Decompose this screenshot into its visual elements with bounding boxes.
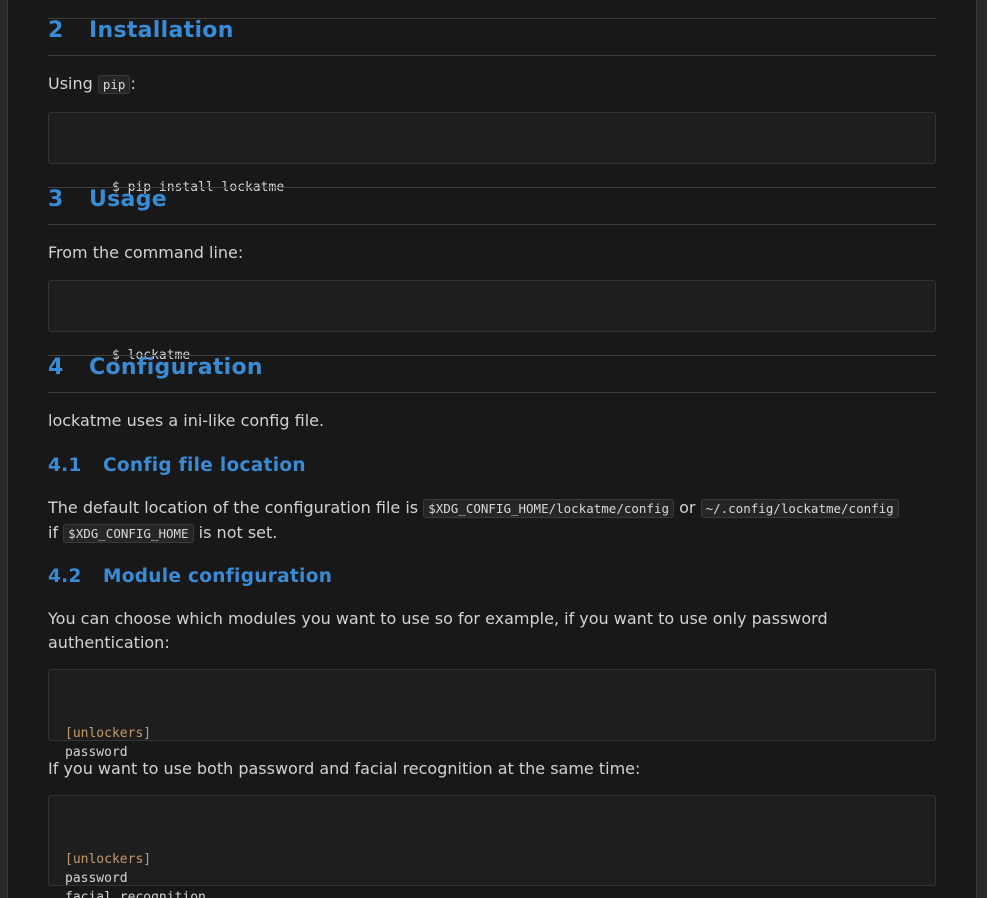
inline-code: pip [97, 75, 131, 94]
heading-number: 2 [48, 18, 64, 43]
code-block-usage: $ lockatme [48, 280, 936, 363]
module-config-text: You can choose which modules you want to… [48, 609, 828, 652]
heading-number: 3 [48, 187, 64, 212]
heading-divider [48, 55, 936, 56]
code-block-example-2: [unlockers] password facial_recognition [48, 795, 936, 898]
code-block-install: $ pip install lockatme [48, 112, 936, 195]
heading-number: 4 [48, 355, 64, 380]
inline-code: $XDG_CONFIG_HOME [63, 523, 194, 543]
document-page: 2 Installation Using pip: $ pip install l… [7, 0, 977, 898]
module-config-text-2: If you want to use both password and fac… [48, 759, 641, 778]
paragraph-text: is not set. [193, 522, 278, 542]
subheading-module-config: 4.2 Module configuration [48, 566, 332, 587]
heading-divider [48, 224, 936, 225]
paragraph-text: The default location of the configuratio… [48, 498, 424, 517]
usage-intro: From the command line: [48, 243, 244, 262]
code-line: facial_recognition [65, 890, 206, 898]
code-section-header: [unlockers] [65, 852, 152, 867]
code-section-header: [unlockers] [65, 726, 152, 741]
heading-title: Usage [89, 187, 167, 212]
subheading-title: Config file location [103, 455, 306, 476]
code-block-example-1: [unlockers] password [48, 669, 936, 760]
paragraph-text: : [130, 74, 136, 93]
subheading-number: 4.1 [48, 455, 82, 476]
inline-code: ~/.config/lockatme/config [700, 499, 899, 518]
heading-installation: 2 Installation [48, 18, 936, 43]
config-location-text: The default location of the configuratio… [48, 496, 936, 545]
installation-intro: Using pip: [48, 72, 936, 97]
code-line: password [65, 871, 128, 886]
heading-usage: 3 Usage [48, 187, 936, 212]
heading-title: Installation [89, 18, 234, 43]
paragraph-text: Using [48, 74, 98, 93]
subheading-config-location: 4.1 Config file location [48, 455, 306, 476]
subheading-title: Module configuration [103, 566, 333, 587]
subheading-number: 4.2 [48, 566, 82, 587]
inline-code: $XDG_CONFIG_HOME/lockatme/config [423, 499, 675, 518]
heading-title: Configuration [89, 355, 263, 380]
paragraph-text: or [674, 498, 701, 517]
configuration-intro: lockatme uses a ini-like config file. [48, 411, 325, 430]
paragraph-text: if [48, 522, 64, 542]
heading-configuration: 4 Configuration [48, 355, 936, 380]
heading-divider [48, 392, 936, 393]
